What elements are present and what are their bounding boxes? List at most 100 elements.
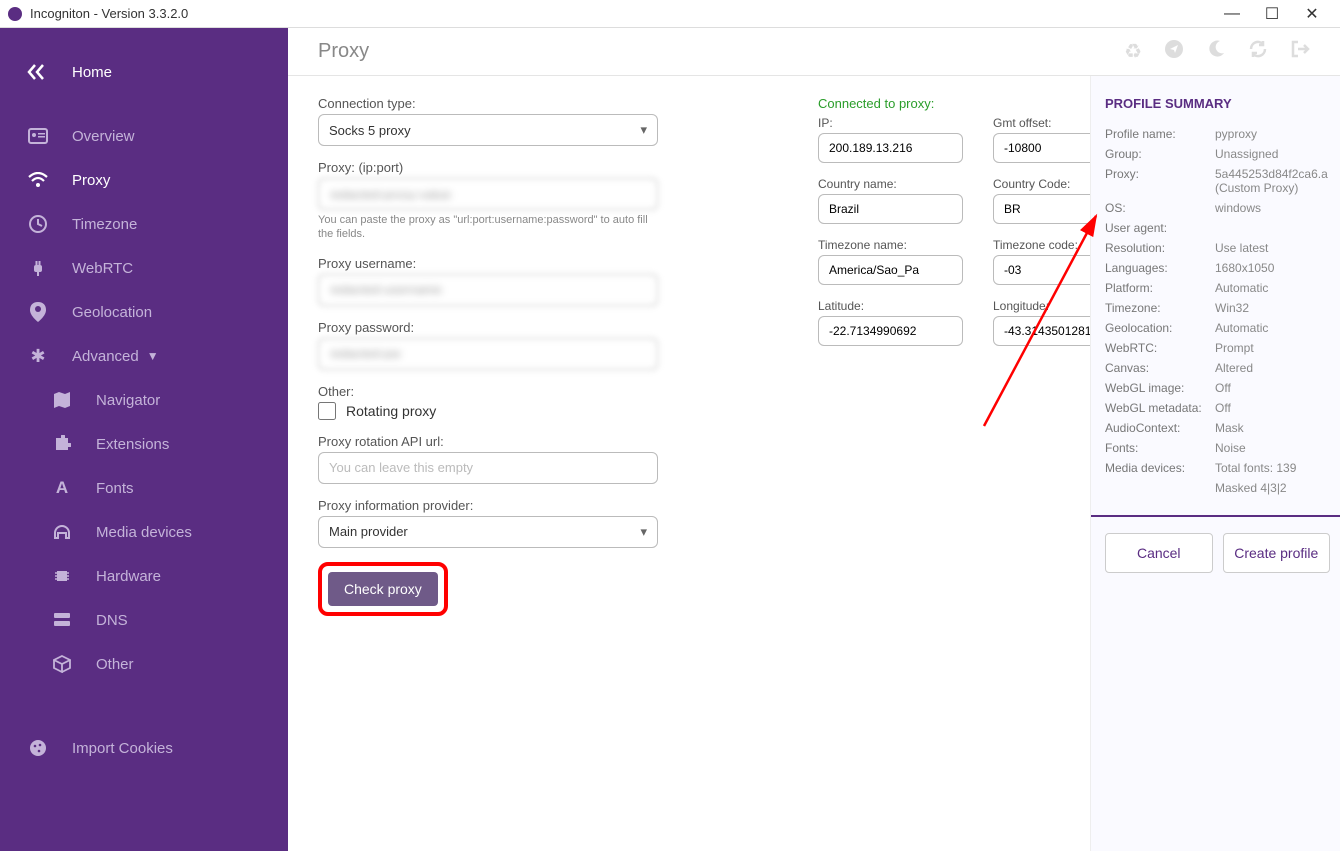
- summary-val: 1680x1050: [1215, 261, 1340, 275]
- summary-key: WebRTC:: [1105, 341, 1215, 355]
- summary-row: Platform:Automatic: [1105, 281, 1340, 295]
- main-panel: Proxy ♻ Connection type:: [288, 28, 1340, 851]
- maximize-button[interactable]: ☐: [1252, 0, 1292, 28]
- lat-value: [818, 316, 963, 346]
- sidebar-navigator-label: Navigator: [96, 392, 160, 409]
- summary-key: Geolocation:: [1105, 321, 1215, 335]
- summary-row: Profile name:pyproxy: [1105, 127, 1340, 141]
- summary-val: Use latest: [1215, 241, 1340, 255]
- summary-val: 5a445253d84f2ca6.a (Custom Proxy): [1215, 167, 1340, 195]
- summary-val: Altered: [1215, 361, 1340, 375]
- proxy-password-input[interactable]: [318, 338, 658, 370]
- sidebar-home-label: Home: [72, 64, 112, 81]
- summary-val: Unassigned: [1215, 147, 1340, 161]
- summary-key: AudioContext:: [1105, 421, 1215, 435]
- summary-row: Canvas:Altered: [1105, 361, 1340, 375]
- cancel-button[interactable]: Cancel: [1105, 533, 1213, 573]
- summary-val: Total fonts: 139: [1215, 461, 1340, 475]
- sidebar-other-label: Other: [96, 656, 134, 673]
- card-icon: [24, 126, 52, 146]
- sidebar-proxy[interactable]: Proxy: [0, 158, 288, 202]
- close-button[interactable]: ✕: [1292, 0, 1332, 28]
- sidebar-hardware[interactable]: Hardware: [0, 554, 288, 598]
- proxy-ipport-label: Proxy: (ip:port): [318, 160, 658, 175]
- summary-key: Timezone:: [1105, 301, 1215, 315]
- sidebar-geolocation-label: Geolocation: [72, 304, 152, 321]
- summary-key: Fonts:: [1105, 441, 1215, 455]
- provider-label: Proxy information provider:: [318, 498, 658, 513]
- minimize-button[interactable]: —: [1212, 0, 1252, 28]
- rotation-api-input[interactable]: [318, 452, 658, 484]
- summary-row: Media devices:Total fonts: 139: [1105, 461, 1340, 475]
- sidebar-dns[interactable]: DNS: [0, 598, 288, 642]
- proxy-username-label: Proxy username:: [318, 256, 658, 271]
- profile-summary-panel: PROFILE SUMMARY Profile name:pyproxyGrou…: [1090, 76, 1340, 851]
- box-icon: [48, 654, 76, 674]
- sidebar-other[interactable]: Other: [0, 642, 288, 686]
- sidebar-webrtc[interactable]: WebRTC: [0, 246, 288, 290]
- summary-val: pyproxy: [1215, 127, 1340, 141]
- moon-icon[interactable]: [1206, 39, 1226, 65]
- sidebar-home[interactable]: Home: [0, 42, 288, 102]
- summary-row: Masked 4|3|2: [1105, 481, 1340, 495]
- rotating-proxy-checkbox[interactable]: [318, 402, 336, 420]
- summary-val: Masked 4|3|2: [1215, 481, 1340, 495]
- sidebar-fonts[interactable]: A Fonts: [0, 466, 288, 510]
- sidebar-import-cookies-label: Import Cookies: [72, 740, 173, 757]
- app-body: Home Overview Proxy Timezone WebRTC: [0, 28, 1340, 851]
- sidebar-media-devices[interactable]: Media devices: [0, 510, 288, 554]
- provider-select[interactable]: Main provider: [318, 516, 658, 548]
- clock-icon: [24, 214, 52, 234]
- proxy-ipport-input[interactable]: [318, 178, 658, 210]
- summary-separator: [1091, 515, 1340, 517]
- country-name-value: [818, 194, 963, 224]
- plug-icon: [24, 258, 52, 278]
- ip-label: IP:: [818, 116, 963, 130]
- proxy-password-label: Proxy password:: [318, 320, 658, 335]
- summary-key: User agent:: [1105, 221, 1215, 235]
- other-label: Other:: [318, 384, 658, 399]
- proxy-username-input[interactable]: [318, 274, 658, 306]
- summary-val: Prompt: [1215, 341, 1340, 355]
- proxy-form: Connection type: Socks 5 proxy Proxy: (i…: [318, 96, 658, 831]
- sidebar-import-cookies[interactable]: Import Cookies: [0, 726, 288, 770]
- summary-row: Proxy:5a445253d84f2ca6.a (Custom Proxy): [1105, 167, 1340, 195]
- puzzle-icon: [48, 434, 76, 454]
- summary-key: WebGL metadata:: [1105, 401, 1215, 415]
- page-title: Proxy: [318, 40, 1124, 63]
- summary-key: Proxy:: [1105, 167, 1215, 195]
- summary-key: Canvas:: [1105, 361, 1215, 375]
- provider-value: Main provider: [329, 524, 408, 539]
- summary-val: Noise: [1215, 441, 1340, 455]
- send-icon[interactable]: [1164, 39, 1184, 65]
- sidebar-advanced[interactable]: ✱ Advanced ▼: [0, 334, 288, 378]
- create-profile-button[interactable]: Create profile: [1223, 533, 1331, 573]
- sidebar-fonts-label: Fonts: [96, 480, 134, 497]
- connection-type-select[interactable]: Socks 5 proxy: [318, 114, 658, 146]
- sidebar-extensions[interactable]: Extensions: [0, 422, 288, 466]
- summary-rows: Profile name:pyproxyGroup:UnassignedProx…: [1105, 127, 1340, 505]
- recycle-icon[interactable]: ♻: [1124, 39, 1142, 65]
- summary-row: WebRTC:Prompt: [1105, 341, 1340, 355]
- refresh-icon[interactable]: [1248, 39, 1268, 65]
- summary-val: Automatic: [1215, 321, 1340, 335]
- back-icon: [24, 62, 52, 82]
- check-proxy-button[interactable]: Check proxy: [328, 572, 438, 606]
- logout-icon[interactable]: [1290, 39, 1310, 65]
- summary-val: windows: [1215, 201, 1340, 215]
- summary-val: Win32: [1215, 301, 1340, 315]
- asterisk-icon: ✱: [24, 346, 52, 366]
- window-buttons: — ☐ ✕: [1212, 0, 1332, 28]
- summary-key: Media devices:: [1105, 461, 1215, 475]
- app-icon: [8, 7, 22, 21]
- summary-row: Fonts:Noise: [1105, 441, 1340, 455]
- sidebar-timezone[interactable]: Timezone: [0, 202, 288, 246]
- sidebar-overview[interactable]: Overview: [0, 114, 288, 158]
- sidebar-geolocation[interactable]: Geolocation: [0, 290, 288, 334]
- sidebar-overview-label: Overview: [72, 128, 135, 145]
- summary-row: User agent:: [1105, 221, 1340, 235]
- titlebar: Incogniton - Version 3.3.2.0 — ☐ ✕: [0, 0, 1340, 28]
- sidebar-navigator[interactable]: Navigator: [0, 378, 288, 422]
- connection-type-label: Connection type:: [318, 96, 658, 111]
- sidebar-timezone-label: Timezone: [72, 216, 137, 233]
